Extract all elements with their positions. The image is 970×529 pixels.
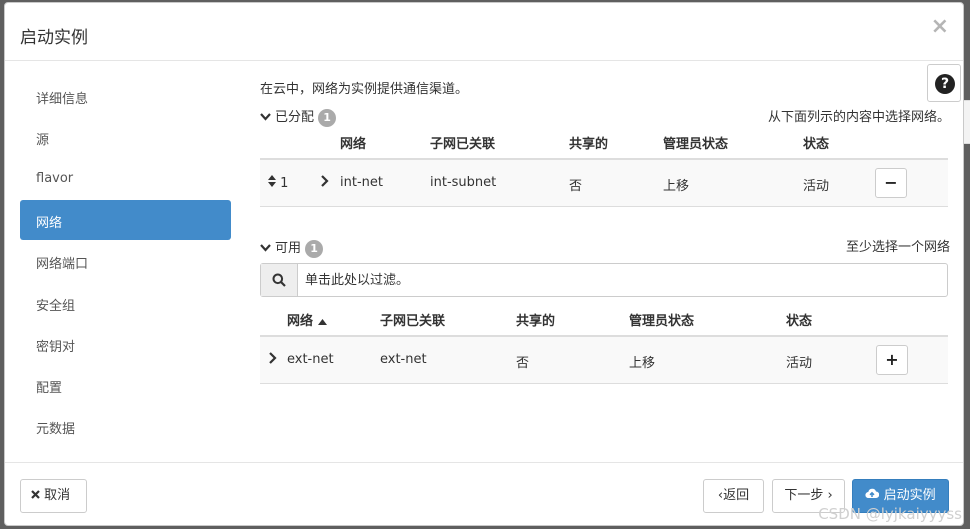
chevron-right-icon[interactable] [268, 352, 277, 368]
row-status: 活动 [803, 179, 830, 194]
sidebar-item-networks[interactable]: 网络 [20, 200, 231, 240]
col-shared: 共享的 [516, 314, 556, 329]
sidebar-item-security-groups[interactable]: 安全组 [20, 283, 231, 323]
search-icon [261, 264, 298, 296]
chevron-right-icon[interactable] [320, 175, 329, 191]
available-hint: 至少选择一个网络 [845, 240, 950, 255]
available-section-header[interactable]: 可用 1 [260, 237, 324, 258]
add-network-button[interactable]: + [876, 345, 908, 375]
row-subnet: ext-net [380, 352, 427, 367]
launch-instance-modal: 启动实例 × 详细信息 源 flavor 网络 网络端口 安全组 密钥对 配置 … [4, 2, 964, 526]
remove-network-button[interactable]: − [875, 168, 907, 198]
cancel-button[interactable]: 取消 [20, 479, 87, 513]
col-admin-state: 管理员状态 [663, 137, 729, 152]
col-status: 状态 [786, 314, 813, 329]
col-status: 状态 [803, 137, 830, 152]
sidebar-item-network-ports[interactable]: 网络端口 [20, 241, 231, 281]
row-network: ext-net [287, 352, 334, 367]
row-admin-state: 上移 [663, 179, 690, 194]
sidebar-item-details[interactable]: 详细信息 [20, 76, 231, 116]
table-row: 1 int-net int-subnet 否 上移 活动 − [260, 160, 948, 207]
back-button[interactable]: ‹返回 [703, 479, 764, 513]
row-status: 活动 [786, 356, 813, 371]
sidebar-item-configuration[interactable]: 配置 [20, 365, 231, 405]
row-admin-state: 上移 [629, 356, 656, 371]
col-network-label: 网络 [287, 314, 314, 329]
sidebar-item-flavor[interactable]: flavor [20, 159, 231, 199]
available-table-header: 网络 子网已关联 共享的 管理员状态 状态 [260, 299, 948, 337]
close-icon[interactable]: × [931, 16, 949, 38]
sidebar-item-source[interactable]: 源 [20, 117, 231, 157]
col-shared: 共享的 [569, 137, 609, 152]
sort-ascending-icon [317, 314, 327, 329]
table-row: ext-net ext-net 否 上移 活动 + [260, 337, 948, 384]
launch-label: 启动实例 [883, 488, 936, 503]
row-subnet: int-subnet [430, 175, 497, 190]
filter-input[interactable] [305, 264, 935, 296]
sort-handle[interactable]: 1 [268, 175, 288, 191]
col-admin-state: 管理员状态 [629, 314, 695, 329]
available-table: 网络 子网已关联 共享的 管理员状态 状态 ext-net ext-net 否 … [260, 299, 948, 384]
x-icon [31, 488, 40, 503]
modal-header: 启动实例 × [5, 3, 963, 61]
col-subnet: 子网已关联 [430, 137, 496, 152]
col-network: 网络 [340, 137, 367, 152]
cloud-upload-icon [865, 488, 880, 503]
col-subnet: 子网已关联 [380, 314, 446, 329]
wizard-sidebar: 详细信息 源 flavor 网络 网络端口 安全组 密钥对 配置 元数据 [5, 62, 243, 462]
filter-box [260, 263, 948, 297]
sidebar-item-metadata[interactable]: 元数据 [20, 406, 231, 446]
row-order: 1 [280, 176, 289, 191]
intro-text: 在云中，网络为实例提供通信渠道。 [260, 82, 469, 97]
allocated-table-header: 网络 子网已关联 共享的 管理员状态 状态 [260, 122, 948, 160]
available-title: 可用 [275, 241, 302, 256]
sort-icon [268, 175, 276, 191]
row-network: int-net [340, 175, 383, 190]
help-button[interactable]: ? [927, 64, 961, 102]
modal-title: 启动实例 [20, 28, 88, 48]
available-count-badge: 1 [305, 240, 324, 258]
question-circle-icon: ? [935, 74, 955, 94]
row-shared: 否 [569, 179, 583, 194]
col-network-sortable[interactable]: 网络 [287, 310, 327, 329]
row-shared: 否 [516, 356, 530, 371]
sidebar-item-key-pair[interactable]: 密钥对 [20, 324, 231, 364]
cancel-label: 取消 [44, 488, 71, 503]
watermark: CSDN @lyjkaiyyyss [818, 505, 962, 523]
chevron-down-icon [260, 242, 271, 255]
allocated-table: 网络 子网已关联 共享的 管理员状态 状态 1 int-net int-subn… [260, 122, 948, 207]
